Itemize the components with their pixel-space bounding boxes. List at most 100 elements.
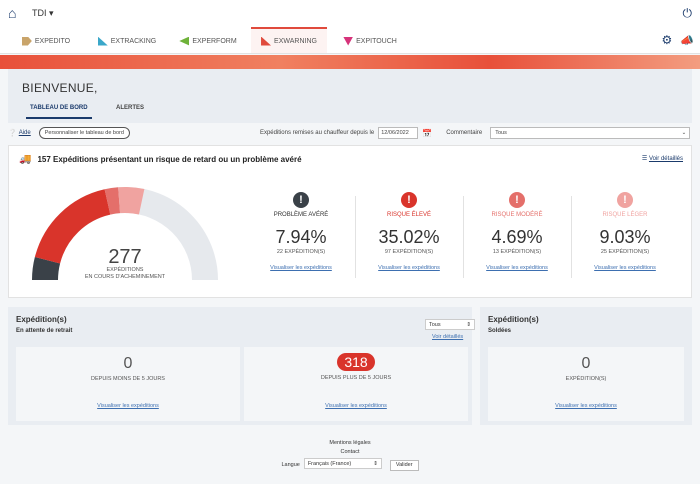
pending-pickup-filter-select[interactable]: Tous ⇕ — [425, 319, 475, 330]
settled-label: EXPÉDITION(S) — [565, 376, 607, 382]
decorative-banner — [0, 55, 700, 69]
settled-shipments-card: Expédition(s) Soldées 0 EXPÉDITION(S) Vi… — [480, 307, 692, 425]
company-selector[interactable]: TDI ▾ — [32, 8, 54, 19]
divider — [571, 196, 572, 278]
divider — [463, 196, 464, 278]
contact-link[interactable]: Contact — [0, 449, 700, 455]
risk-count: 22 EXPÉDITION(S) — [276, 249, 326, 255]
page-title: BIENVENUE, — [22, 81, 98, 95]
truck-icon: 🚚 — [19, 154, 32, 165]
language-selector-row: Langue Français (France) ⇕ Valider — [0, 458, 700, 472]
welcome-panel: BIENVENUE, TABLEAU DE BORD ALERTES — [8, 69, 692, 123]
risk-label: RISQUE LÉGER — [602, 212, 648, 218]
risk-high: ! RISQUE ÉLEVÉ 35.02% 97 EXPÉDITION(S) V… — [367, 192, 451, 282]
comment-filter-select[interactable]: Tous ⌄ — [490, 127, 691, 139]
language-value: Français (France) — [307, 460, 352, 467]
alert-icon: ! — [401, 192, 417, 208]
settled-cell: 0 EXPÉDITION(S) Visualiser les expéditio… — [488, 347, 684, 421]
risk-moderate: ! RISQUE MODÉRÉ 4.69% 13 EXPÉDITION(S) V… — [475, 192, 559, 282]
app-tab-label: EXWARNING — [274, 37, 317, 45]
home-icon[interactable]: ⌂ — [8, 5, 26, 21]
pending-over-5-label: DEPUIS PLUS DE 5 JOURS — [320, 375, 392, 381]
app-tab-exwarning[interactable]: EXWARNING — [251, 27, 327, 53]
help-icon[interactable]: ❔ — [8, 129, 17, 137]
shipments-total: 277 — [108, 246, 142, 268]
app-tab-label: EXPERFORM — [192, 37, 237, 45]
app-tabs: EXPEDITO EXTRACKING EXPERFORM EXWARNING … — [0, 26, 700, 54]
comment-filter-value: Tous — [495, 130, 507, 136]
pending-pickup-title: Expédition(s) — [16, 315, 67, 324]
gauge-segment-2 — [104, 187, 121, 215]
comment-filter-label: Commentaire — [446, 130, 483, 136]
legal-notice-link[interactable]: Mentions légales — [0, 440, 700, 446]
risk-gauge: 277 EXPÉDITIONS EN COURS D'ACHEMINEMENT — [27, 176, 223, 284]
validate-button[interactable]: Valider — [389, 459, 419, 471]
gear-icon[interactable]: ⚙ — [662, 33, 673, 47]
tab-alertes[interactable]: ALERTES — [112, 105, 148, 119]
app-tab-label: EXTRACKING — [110, 37, 157, 45]
view-shipments-link[interactable]: Visualiser les expéditions — [259, 265, 343, 271]
pending-over-5-days: 318 DEPUIS PLUS DE 5 JOURS Visualiser le… — [244, 347, 468, 421]
shipments-total-label: EXPÉDITIONS — [106, 267, 144, 273]
calendar-icon[interactable]: 📅 — [422, 129, 432, 138]
app-tab-extracking[interactable]: EXTRACKING — [89, 27, 165, 53]
risk-overview-header: 🚚 157 Expéditions présentant un risque d… — [19, 154, 302, 165]
tab-tableau-de-bord[interactable]: TABLEAU DE BORD — [26, 105, 92, 119]
view-shipments-link[interactable]: Visualiser les expéditions — [475, 265, 559, 271]
risk-label: RISQUE MODÉRÉ — [491, 212, 543, 218]
language-label: Langue — [281, 462, 300, 468]
exwarning-logo-icon — [261, 36, 272, 46]
date-filter-label: Expéditions remises au chauffeur depuis … — [259, 130, 375, 136]
pending-under-5-label: DEPUIS MOINS DE 5 JOURS — [91, 376, 165, 382]
date-filter-input[interactable]: 12/06/2022 — [378, 127, 419, 139]
risk-percent: 4.69% — [491, 227, 543, 247]
experform-logo-icon — [179, 36, 190, 46]
risk-overview-card: 🚚 157 Expéditions présentant un risque d… — [8, 145, 692, 298]
pending-under-5-days: 0 DEPUIS MOINS DE 5 JOURS Visualiser les… — [16, 347, 240, 421]
dashboard-toolbar: ❔ Aide Personnaliser le tableau de bord … — [8, 124, 692, 142]
customize-dashboard-button[interactable]: Personnaliser le tableau de bord — [38, 127, 130, 139]
risk-percent: 35.02% — [378, 227, 440, 247]
settled-title: Expédition(s) — [488, 315, 539, 324]
top-bar: ⌂ TDI ▾ ⏻ — [0, 0, 700, 26]
view-shipments-link[interactable]: Visualiser les expéditions — [244, 403, 468, 409]
view-shipments-link[interactable]: Visualiser les expéditions — [583, 265, 667, 271]
app-tab-experform[interactable]: EXPERFORM — [170, 27, 246, 53]
pending-pickup-filter-value: Tous — [429, 321, 441, 328]
app-tab-label: EXPITOUCH — [356, 37, 397, 45]
expedito-logo-icon — [21, 36, 32, 46]
extracking-logo-icon — [97, 36, 108, 46]
chevron-updown-icon: ⇕ — [466, 321, 471, 328]
app-tab-expedito[interactable]: EXPEDITO — [8, 27, 84, 53]
risk-low: ! RISQUE LÉGER 9.03% 25 EXPÉDITION(S) Vi… — [583, 192, 667, 282]
chevron-updown-icon: ⇕ — [373, 460, 378, 467]
chevron-down-icon: ⌄ — [681, 130, 687, 136]
megaphone-icon[interactable]: 📣 — [680, 34, 694, 47]
risk-percent: 7.94% — [275, 227, 327, 247]
divider — [355, 196, 356, 278]
risk-percent: 9.03% — [599, 227, 651, 247]
risk-overview-title: 157 Expéditions présentant un risque de … — [37, 155, 302, 164]
expitouch-logo-icon — [343, 36, 354, 46]
power-icon[interactable]: ⏻ — [683, 6, 693, 21]
view-shipments-link[interactable]: Visualiser les expéditions — [367, 265, 451, 271]
alert-icon: ! — [617, 192, 633, 208]
footer: Mentions légales Contact Langue Français… — [0, 440, 700, 475]
view-shipments-link[interactable]: Visualiser les expéditions — [16, 403, 240, 409]
pending-pickup-card: Expédition(s) En attente de retrait Tous… — [8, 307, 475, 425]
alert-icon: ! — [293, 192, 309, 208]
risk-label: RISQUE ÉLEVÉ — [386, 212, 431, 218]
pending-pickup-details-link[interactable]: Voir détaillés — [432, 334, 463, 340]
risk-details-link[interactable]: ☰ Voir détaillés — [642, 155, 683, 162]
pending-under-5-count: 0 — [123, 355, 133, 372]
pending-pickup-subtitle: En attente de retrait — [16, 328, 73, 334]
help-link[interactable]: Aide — [19, 130, 31, 136]
gauge-segment-3 — [118, 187, 145, 215]
alert-icon: ! — [509, 192, 525, 208]
language-select[interactable]: Français (France) ⇕ — [303, 458, 382, 469]
app-tab-expitouch[interactable]: EXPITOUCH — [332, 27, 408, 53]
risk-label: PROBLÈME AVÉRÉ — [273, 212, 329, 218]
view-shipments-link[interactable]: Visualiser les expéditions — [488, 403, 684, 409]
risk-count: 13 EXPÉDITION(S) — [492, 249, 542, 255]
risk-count: 97 EXPÉDITION(S) — [384, 249, 434, 255]
